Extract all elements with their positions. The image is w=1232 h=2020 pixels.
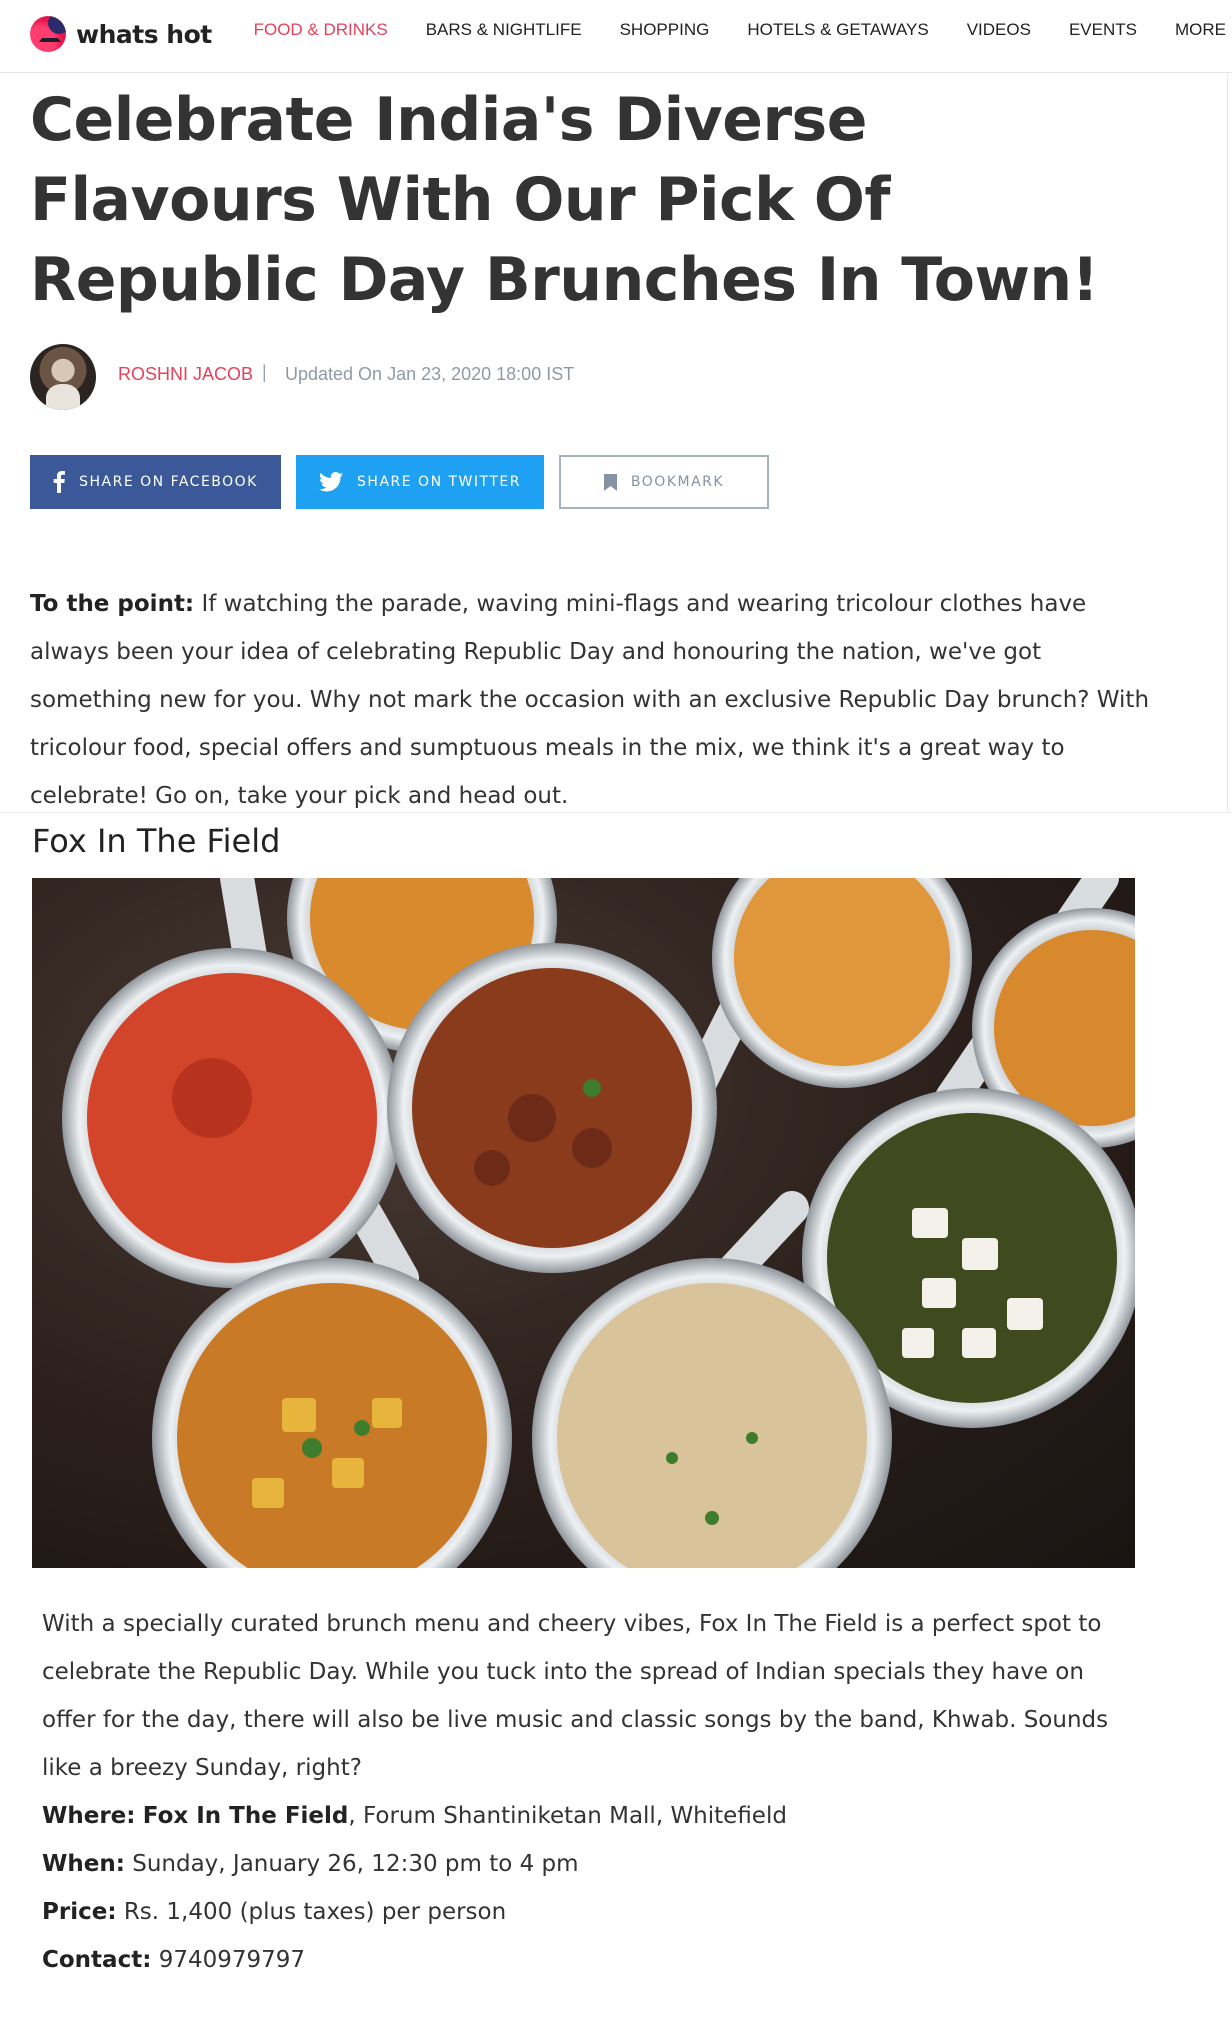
share-facebook-label: SHARE ON FACEBOOK bbox=[79, 474, 258, 490]
detail-where: Where: Fox In The Field, Forum Shantinik… bbox=[42, 1792, 787, 1840]
article-intro: To the point: If watching the parade, wa… bbox=[30, 580, 1150, 820]
main-nav: FOOD & DRINKS BARS & NIGHTLIFE SHOPPING … bbox=[216, 0, 1232, 60]
intro-label: To the point: bbox=[30, 591, 195, 617]
detail-contact: Contact: 9740979797 bbox=[42, 1936, 787, 1984]
price-value: Rs. 1,400 (plus taxes) per person bbox=[116, 1899, 507, 1925]
contact-label: Contact: bbox=[42, 1947, 152, 1973]
food-photo bbox=[32, 878, 1135, 1568]
nav-item-more[interactable]: MORE bbox=[1175, 20, 1226, 40]
bookmark-label: BOOKMARK bbox=[630, 474, 725, 490]
nav-item-food-drinks[interactable]: FOOD & DRINKS bbox=[254, 20, 388, 40]
meta-separator: | bbox=[262, 362, 267, 382]
share-twitter-button[interactable]: SHARE ON TWITTER bbox=[296, 455, 544, 509]
author-name[interactable]: ROSHNI JACOB bbox=[118, 364, 253, 385]
facebook-icon bbox=[53, 471, 66, 493]
section-title: Fox In The Field bbox=[32, 822, 281, 860]
nav-item-shopping[interactable]: SHOPPING bbox=[620, 20, 710, 40]
when-value: Sunday, January 26, 12:30 pm to 4 pm bbox=[124, 1851, 579, 1877]
bookmark-button[interactable]: BOOKMARK bbox=[559, 455, 769, 509]
article-title: Celebrate India's Diverse Flavours With … bbox=[30, 85, 1099, 315]
detail-price: Price: Rs. 1,400 (plus taxes) per person bbox=[42, 1888, 787, 1936]
section-divider bbox=[0, 812, 1232, 813]
venue-details: Where: Fox In The Field, Forum Shantinik… bbox=[42, 1792, 787, 1984]
content-divider bbox=[1227, 72, 1228, 812]
whatshot-logo-icon bbox=[30, 16, 66, 52]
site-header: whats hot FOOD & DRINKS BARS & NIGHTLIFE… bbox=[0, 0, 1232, 73]
section-description: With a specially curated brunch menu and… bbox=[42, 1611, 1109, 1781]
where-address: , Forum Shantiniketan Mall, Whitefield bbox=[348, 1803, 787, 1829]
contact-value: 9740979797 bbox=[151, 1947, 306, 1973]
nav-item-videos[interactable]: VIDEOS bbox=[967, 20, 1031, 40]
price-label: Price: bbox=[42, 1899, 117, 1925]
nav-item-events[interactable]: EVENTS bbox=[1069, 20, 1137, 40]
updated-date: Updated On Jan 23, 2020 18:00 IST bbox=[285, 364, 575, 384]
nav-item-bars-nightlife[interactable]: BARS & NIGHTLIFE bbox=[426, 20, 582, 40]
bookmark-icon bbox=[603, 473, 617, 491]
where-venue: Fox In The Field bbox=[142, 1803, 349, 1829]
nav-item-hotels-getaways[interactable]: HOTELS & GETAWAYS bbox=[747, 20, 928, 40]
site-logo[interactable]: whats hot bbox=[30, 12, 212, 56]
share-twitter-label: SHARE ON TWITTER bbox=[357, 474, 521, 490]
when-label: When: bbox=[42, 1851, 125, 1877]
where-label: Where: bbox=[42, 1803, 136, 1829]
share-facebook-button[interactable]: SHARE ON FACEBOOK bbox=[30, 455, 281, 509]
logo-text: whats hot bbox=[76, 19, 212, 49]
author-avatar[interactable] bbox=[30, 344, 96, 410]
detail-when: When: Sunday, January 26, 12:30 pm to 4 … bbox=[42, 1840, 787, 1888]
intro-text: If watching the parade, waving mini-flag… bbox=[30, 591, 1150, 809]
twitter-icon bbox=[319, 472, 344, 492]
